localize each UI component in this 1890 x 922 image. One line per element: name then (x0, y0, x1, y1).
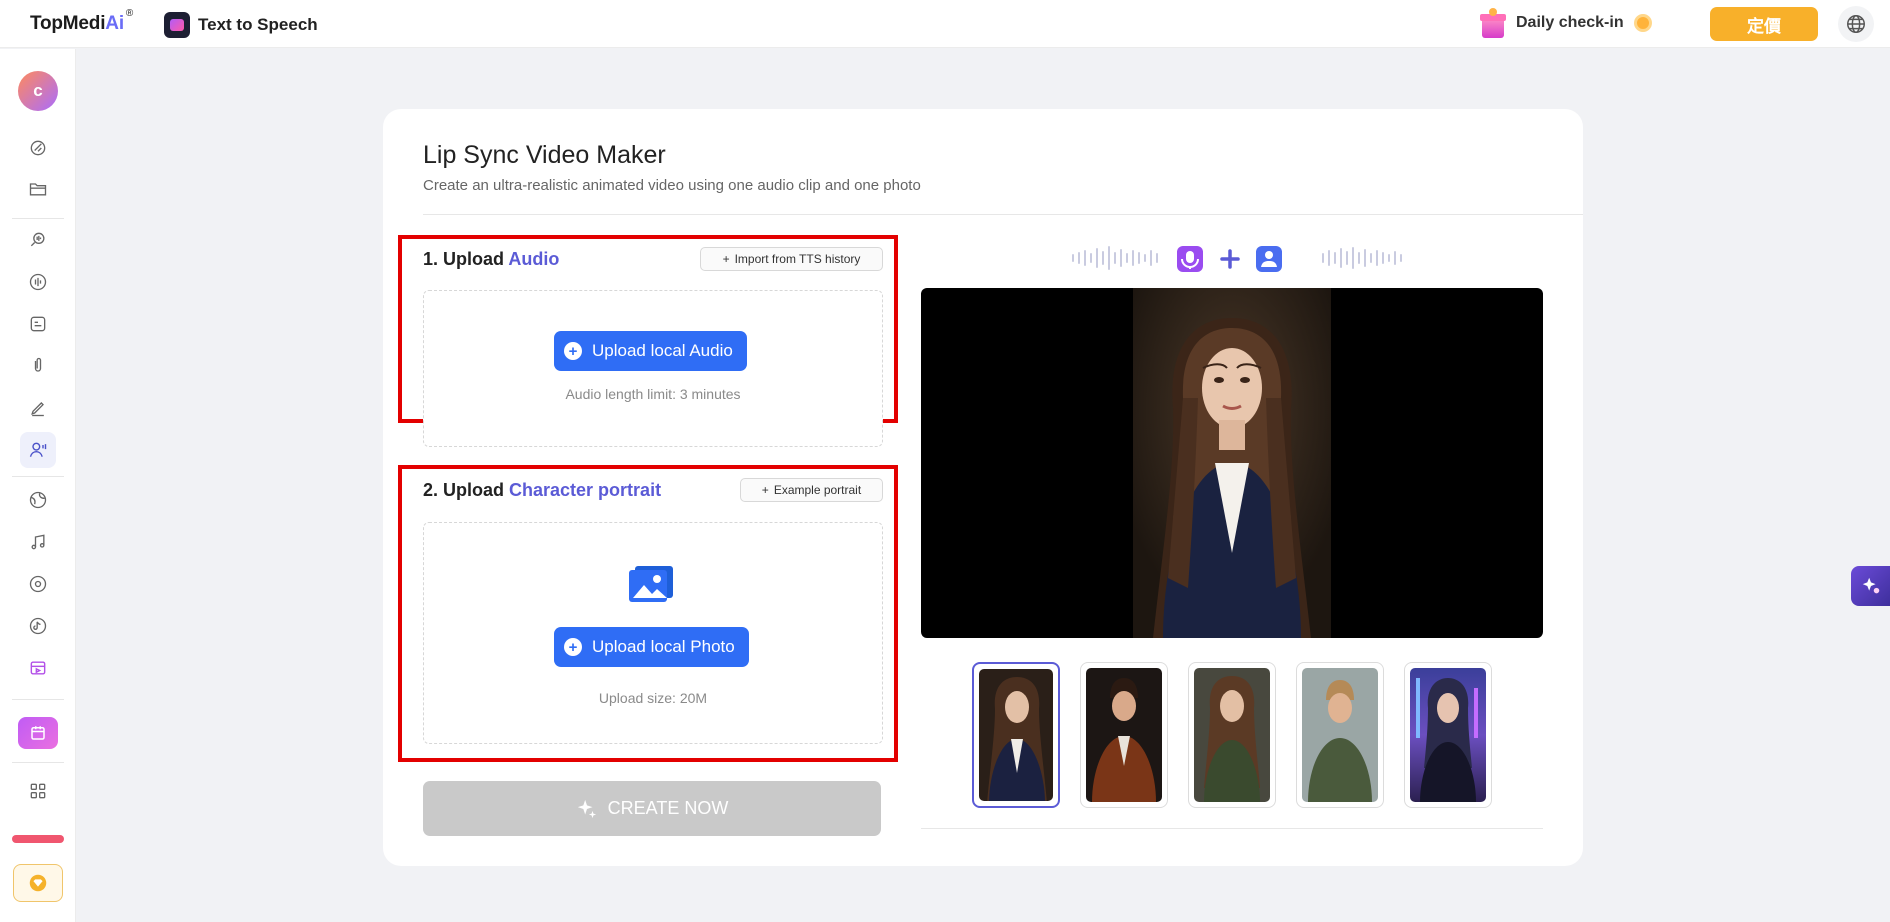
sparkle-icon (1862, 577, 1879, 594)
image-upload-icon (627, 564, 675, 609)
calendar-icon[interactable] (18, 717, 58, 749)
thumbnail-man-in-green-shirt[interactable] (1296, 662, 1384, 808)
thumbnail-woman-in-green[interactable] (1188, 662, 1276, 808)
app-name: Text to Speech (198, 15, 318, 34)
thumbnail-woman-in-blazer[interactable] (972, 662, 1060, 808)
disc-icon[interactable] (20, 566, 56, 602)
create-now-button[interactable]: CREATE NOW (423, 781, 881, 836)
upload-photo-button[interactable]: + Upload local Photo (554, 627, 749, 667)
language-button[interactable] (1838, 6, 1874, 42)
lip-sync-icon[interactable] (20, 432, 56, 468)
pen-icon[interactable] (20, 390, 56, 426)
brand-ai: Ai (105, 13, 124, 34)
sidebar: c (0, 49, 76, 922)
app-switcher[interactable]: Text to Speech (164, 12, 318, 38)
subtitle-icon[interactable] (20, 306, 56, 342)
plus-circle-icon: + (564, 638, 582, 656)
media-icon[interactable] (20, 650, 56, 686)
globe-icon (1847, 15, 1865, 33)
waveform-icon[interactable] (20, 264, 56, 300)
pricing-button[interactable]: 定價 (1710, 7, 1818, 41)
divider (423, 214, 1583, 215)
thumbnail-cyberpunk-woman[interactable] (1404, 662, 1492, 808)
audio-limit-hint: Audio length limit: 3 minutes (565, 386, 741, 402)
page-subtitle: Create an ultra-realistic animated video… (423, 177, 921, 194)
vip-button[interactable] (13, 864, 63, 902)
example-portrait-button[interactable]: + Example portrait (740, 478, 883, 502)
daily-checkin[interactable]: Daily check-in (1480, 8, 1652, 38)
plus-icon: + (722, 252, 730, 266)
apps-icon[interactable] (20, 773, 56, 809)
vip-icon (29, 874, 47, 892)
import-tts-history-button[interactable]: + Import from TTS history (700, 247, 883, 271)
preview-portrait-image (1133, 288, 1331, 638)
checkin-label: Daily check-in (1516, 14, 1624, 31)
top-bar: TopMediAi ® Text to Speech Daily check-in… (0, 0, 1890, 48)
floating-assistant-button[interactable] (1851, 566, 1890, 606)
sparkle-icon (577, 799, 596, 818)
promo-bar[interactable] (12, 835, 64, 843)
video-preview[interactable] (921, 288, 1543, 638)
lip-sync-card: Lip Sync Video Maker Create an ultra-rea… (383, 109, 1583, 866)
audio-section-title: 1. Upload Audio (423, 249, 560, 269)
divider (921, 828, 1543, 829)
plus-icon: + (761, 483, 769, 497)
text-to-speech-icon (164, 12, 190, 38)
upload-size-hint: Upload size: 20M (598, 690, 708, 706)
page-title: Lip Sync Video Maker (423, 141, 666, 169)
coin-icon (1633, 14, 1652, 32)
plus-circle-icon: + (564, 342, 582, 360)
clip-icon[interactable] (20, 348, 56, 384)
palette-icon[interactable] (20, 130, 56, 166)
globe-icon[interactable] (20, 482, 56, 518)
voice-search-icon[interactable] (20, 222, 56, 258)
music-icon[interactable] (20, 524, 56, 560)
folder-icon[interactable] (20, 171, 56, 207)
brand-registered-mark: ® (125, 7, 134, 19)
upload-audio-button[interactable]: + Upload local Audio (554, 331, 747, 371)
brand-logo[interactable]: TopMediAi ® (30, 8, 133, 35)
portrait-section-title: 2. Upload Character portrait (423, 480, 662, 500)
avatar[interactable]: c (18, 71, 58, 111)
tiktok-icon[interactable] (20, 608, 56, 644)
brand-name: TopMedi (30, 13, 106, 34)
audio-plus-photo-graphic (1072, 246, 1402, 272)
thumbnail-man-in-brown-suit[interactable] (1080, 662, 1168, 808)
gift-icon (1480, 8, 1506, 38)
